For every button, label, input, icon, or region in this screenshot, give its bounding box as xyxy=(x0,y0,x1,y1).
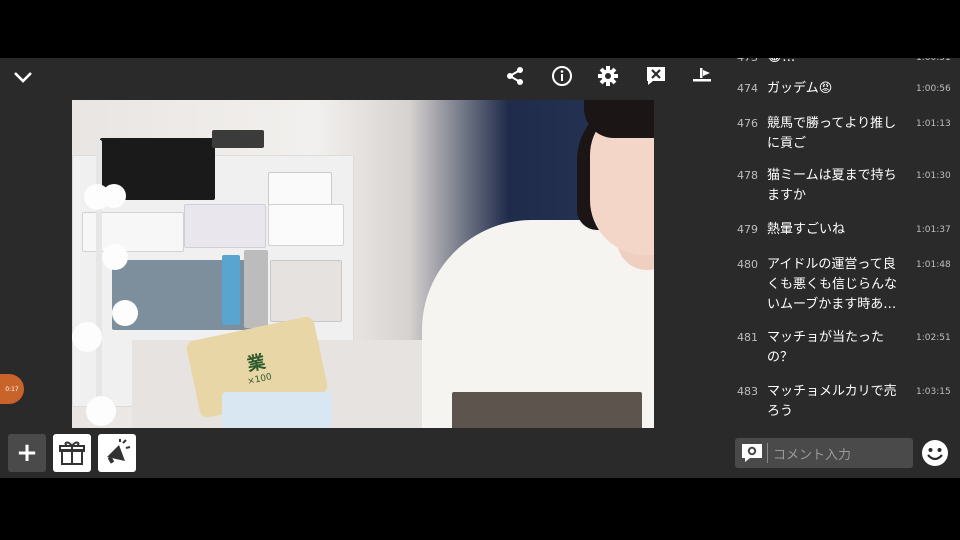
shelf-item xyxy=(244,250,268,328)
close-comments-icon[interactable] xyxy=(644,64,668,88)
chat-number: 473 xyxy=(737,58,758,68)
shelf-item xyxy=(270,260,342,322)
comment-settings-icon[interactable] xyxy=(741,443,763,463)
chat-text: 猫ミームは夏まで持ちますか xyxy=(767,168,897,203)
chat-number: 474 xyxy=(737,82,758,95)
mirror-bulb xyxy=(102,184,126,208)
chat-time: 1:01:13 xyxy=(916,119,951,129)
gift-button[interactable] xyxy=(53,434,91,472)
chat-text: 競馬で勝ってより推しに貢ご xyxy=(767,116,897,151)
shelf-item xyxy=(212,130,264,148)
chat-number: 476 xyxy=(737,117,758,130)
mirror-bulb xyxy=(72,322,102,352)
side-badge[interactable]: 0:17 xyxy=(0,374,24,404)
chat-time: 1:03:15 xyxy=(916,387,951,397)
chat-number: 480 xyxy=(737,258,758,271)
chat-text: 😂… xyxy=(767,58,905,68)
video-player[interactable]: 業 ×100 xyxy=(72,100,654,428)
add-button[interactable]: + xyxy=(8,434,46,472)
chat-time: 1:01:30 xyxy=(916,171,951,181)
megaphone-icon xyxy=(107,439,131,464)
chat-text: ガッデム😡 xyxy=(767,81,833,96)
chat-text: マッチョメルカリで売ろう xyxy=(767,384,897,419)
add-label: + xyxy=(16,438,38,468)
info-icon[interactable] xyxy=(550,64,574,88)
chat-number: 483 xyxy=(737,385,758,398)
chat-time: 1:01:48 xyxy=(916,260,951,270)
mirror-bulb xyxy=(112,300,138,326)
live-stream-app: 業 ×100 473 😂… 1:00:51 474 ガッデム😡 1:00:56 … xyxy=(0,58,960,478)
comment-placeholder: コメント入力 xyxy=(773,448,852,463)
chat-number: 479 xyxy=(737,223,758,236)
chat-text: 熱暈すごいね xyxy=(767,222,846,237)
chat-number: 478 xyxy=(737,169,758,182)
chat-panel[interactable]: 473 😂… 1:00:51 474 ガッデム😡 1:00:56 476 競馬で… xyxy=(730,58,960,428)
emoji-icon[interactable] xyxy=(920,438,950,468)
comment-input[interactable]: コメント入力 xyxy=(735,438,913,468)
megaphone-button[interactable] xyxy=(98,434,136,472)
mirror-bulb xyxy=(102,244,128,270)
package xyxy=(222,392,332,428)
chat-text: マッチョが当たったの？ xyxy=(767,330,885,365)
chat-time: 1:00:56 xyxy=(916,84,951,94)
gear-icon[interactable] xyxy=(596,64,620,88)
chevron-down-icon[interactable] xyxy=(12,66,34,88)
gift-icon xyxy=(59,441,85,465)
bag-text: 業 xyxy=(245,351,268,376)
shelf-item xyxy=(222,255,240,325)
chat-time: 1:02:51 xyxy=(916,333,951,343)
input-divider xyxy=(767,443,768,463)
chat-text: アイドルの運営って良くも悪くも信じらんないムーブかます時あ… xyxy=(767,257,898,312)
exit-icon[interactable] xyxy=(690,64,714,88)
shelf-item xyxy=(268,204,344,246)
chat-time: 1:01:37 xyxy=(916,225,951,235)
streamer-skirt xyxy=(452,392,642,428)
chat-number: 481 xyxy=(737,331,758,344)
chat-time: 1:00:51 xyxy=(916,58,951,63)
mirror-bulb xyxy=(86,396,116,426)
shelf-item xyxy=(184,204,266,248)
share-icon[interactable] xyxy=(504,65,526,87)
